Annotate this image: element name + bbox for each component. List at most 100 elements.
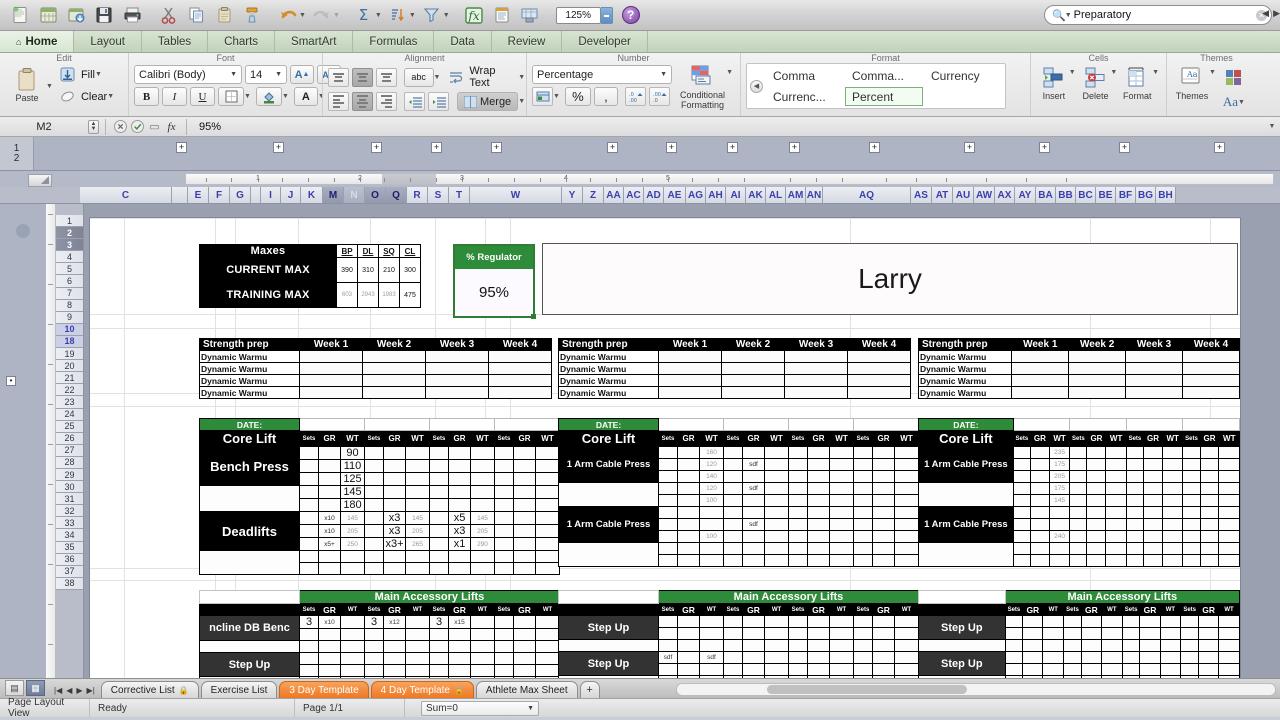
accessory-cell-sets[interactable] (723, 651, 743, 664)
sum-dropdown-caret[interactable]: ▼ (527, 705, 534, 712)
print-icon[interactable] (119, 3, 145, 27)
accessory-cell-empty[interactable] (807, 639, 830, 652)
accessory-cell-wt[interactable] (535, 615, 560, 629)
core-cell-sets[interactable] (494, 485, 514, 499)
row-header-3[interactable]: 3 (56, 239, 83, 252)
core-cell-empty[interactable] (405, 550, 430, 563)
core-date-cell[interactable] (364, 418, 430, 431)
core-cell-sets[interactable] (1125, 518, 1145, 531)
accessory-cell-sets[interactable] (1004, 627, 1024, 640)
strength-prep-cell[interactable] (488, 362, 552, 375)
core-cell-empty[interactable] (788, 542, 808, 555)
core-cell-sets[interactable] (658, 482, 678, 495)
accessory-cell-sets[interactable] (853, 627, 873, 640)
core-cell-wt[interactable] (1218, 482, 1240, 495)
strength-prep-cell[interactable] (658, 386, 722, 399)
core-cell-empty[interactable] (513, 562, 536, 575)
strength-prep-table[interactable]: Strength prep Week 1 Week 2 Week 3 Week 4 Dyn… (199, 338, 552, 399)
outline-marker[interactable]: + (964, 142, 975, 153)
column-header-AC[interactable]: AC (624, 187, 644, 203)
core-cell-empty[interactable] (1218, 542, 1240, 555)
core-cell-gr[interactable] (1029, 530, 1050, 543)
core-cell-empty[interactable] (1086, 542, 1107, 555)
accessory-cell-gr[interactable] (513, 615, 536, 629)
core-cell-wt[interactable]: 290 (470, 537, 495, 551)
strength-prep-cell[interactable] (1182, 362, 1240, 375)
accessory-cell-wt[interactable] (1042, 651, 1065, 664)
core-cell-sets[interactable] (364, 472, 384, 486)
accessory-cell-wt[interactable] (764, 627, 789, 640)
insert-cells-button[interactable]: Insert (1036, 65, 1072, 101)
core-cell-gr[interactable] (1029, 506, 1050, 519)
themes-button[interactable]: Aa Themes (1172, 65, 1212, 101)
column-header-K[interactable]: K (301, 187, 323, 203)
strength-prep-cell[interactable] (1068, 386, 1127, 399)
core-date-cell[interactable] (788, 418, 854, 431)
worksheet-area[interactable]: • 1 2 3 4 5 6 7 8 9 10 18 19 20 21 22 23 24 25 26 27 28 29 30 3… (0, 204, 1280, 678)
row-header-26[interactable]: 26 (56, 432, 83, 445)
accessory-cell-sets[interactable] (853, 615, 873, 628)
core-cell-empty[interactable] (723, 542, 743, 555)
core-exercise-1-blank[interactable] (199, 485, 300, 512)
zoom-stepper[interactable] (600, 6, 613, 24)
core-cell-wt[interactable]: 120 (699, 458, 724, 471)
accessory-cell-gr[interactable] (448, 652, 471, 665)
core-cell-sets[interactable] (1069, 470, 1088, 483)
delete-cells-button[interactable]: Delete (1078, 65, 1114, 101)
core-cell-wt[interactable] (1218, 470, 1240, 483)
accessory-cell-gr[interactable] (318, 664, 341, 677)
row-header-10[interactable]: 10 (56, 323, 83, 336)
accessory-cell-sets[interactable] (1180, 651, 1200, 664)
core-cell-wt[interactable] (470, 485, 495, 499)
accessory-cell-sets[interactable] (788, 615, 808, 628)
row-header-2[interactable]: 2 (56, 227, 83, 240)
column-header-G[interactable]: G (230, 187, 251, 203)
core-cell-gr[interactable] (448, 485, 471, 499)
core-cell-empty[interactable] (448, 562, 471, 575)
core-cell-gr[interactable] (807, 458, 830, 471)
core-cell-sets[interactable] (788, 506, 808, 519)
accessory-cell-wt[interactable] (894, 651, 919, 664)
strength-prep-cell[interactable] (1182, 386, 1240, 399)
outline-marker[interactable]: + (1119, 142, 1130, 153)
accessory-cell-gr[interactable] (807, 663, 830, 676)
core-cell-gr[interactable] (1199, 470, 1220, 483)
strength-prep-cell[interactable] (1068, 350, 1127, 363)
accessory-cell-empty[interactable] (764, 639, 789, 652)
strength-prep-cell[interactable] (1011, 362, 1070, 375)
accessory-cell-empty[interactable] (1063, 639, 1082, 652)
core-cell-wt[interactable] (405, 472, 430, 486)
column-header-BG[interactable]: BG (1136, 187, 1156, 203)
core-cell-sets[interactable] (364, 446, 384, 460)
core-cell-empty[interactable] (1012, 554, 1031, 567)
core-cell-empty[interactable] (1143, 554, 1163, 567)
core-cell-gr[interactable] (1029, 470, 1050, 483)
core-cell-wt[interactable] (894, 446, 919, 459)
theme-colors-icon[interactable] (1221, 65, 1249, 91)
column-header-AE[interactable]: AE (664, 187, 686, 203)
page-layout-view-button[interactable]: ▦ (26, 680, 45, 696)
core-cell-empty[interactable] (1125, 554, 1145, 567)
core-cell-gr[interactable] (1143, 482, 1163, 495)
fill-label[interactable]: Fill (81, 69, 95, 81)
accessory-cell-wt[interactable] (470, 664, 495, 677)
core-cell-gr[interactable] (872, 518, 895, 531)
core-cell-wt[interactable] (894, 506, 919, 519)
athlete-name-cell[interactable]: Larry (542, 243, 1238, 315)
accessory-cell-gr[interactable] (872, 663, 895, 676)
strength-prep-table[interactable]: Strength prep Week 1 Week 2 Week 3 Week 4 Dyn… (917, 338, 1240, 399)
accessory-cell-sets[interactable] (364, 664, 384, 677)
column-header-AK[interactable]: AK (746, 187, 766, 203)
core-cell-wt[interactable] (1218, 518, 1240, 531)
format-painter-icon[interactable] (239, 3, 265, 27)
accessory-cell-wt[interactable] (1159, 627, 1182, 640)
accessory-cell-gr[interactable] (742, 627, 765, 640)
core-exercise-1[interactable]: Bench Press (199, 446, 300, 486)
strength-prep-cell[interactable] (721, 386, 785, 399)
column-header-M[interactable]: M (323, 187, 344, 203)
accessory-cell-gr[interactable] (1139, 627, 1161, 640)
core-cell-sets[interactable] (299, 537, 319, 551)
core-cell-sets[interactable] (364, 511, 384, 525)
core-cell-sets[interactable] (364, 537, 384, 551)
core-cell-gr[interactable] (742, 530, 765, 543)
